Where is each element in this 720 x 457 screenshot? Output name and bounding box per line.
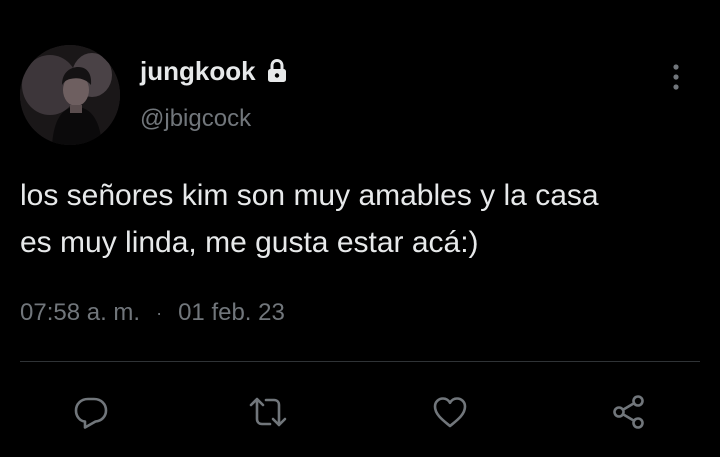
reply-button[interactable]	[69, 390, 113, 434]
more-vertical-icon	[673, 64, 679, 90]
more-options-button[interactable]	[664, 60, 688, 94]
author-display-name[interactable]: jungkook	[140, 56, 288, 86]
lock-icon	[266, 58, 288, 83]
heart-icon	[433, 397, 467, 428]
display-name-text: jungkook	[140, 56, 256, 86]
tweet-time: 07:58 a. m.	[20, 299, 141, 326]
tweet-text: los señores kim son muy amables y la cas…	[20, 179, 599, 259]
share-button[interactable]	[607, 390, 651, 434]
author-handle[interactable]: @jbigcock	[140, 104, 251, 134]
retweet-button[interactable]	[246, 390, 290, 434]
meta-separator: ·	[156, 303, 163, 323]
share-icon	[613, 395, 644, 429]
avatar-photo	[20, 45, 120, 145]
like-button[interactable]	[428, 390, 472, 434]
retweet-icon	[249, 397, 287, 427]
tweet-timestamp[interactable]: 07:58 a. m. · 01 feb. 23	[20, 298, 285, 328]
avatar[interactable]	[20, 45, 120, 145]
reply-icon	[74, 397, 108, 429]
tweet-date: 01 feb. 23	[178, 299, 285, 326]
divider	[20, 361, 700, 362]
